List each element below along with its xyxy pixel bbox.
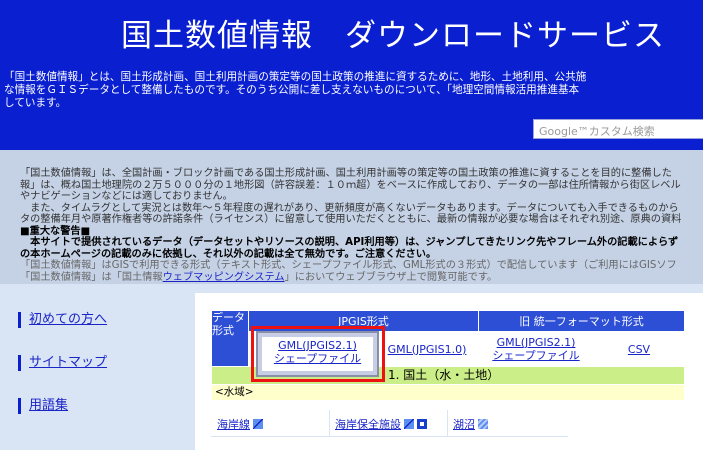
gml10-link[interactable]: GML(JPGIS1.0): [388, 343, 467, 356]
notice-line: 報」は、概ね国土地理院の２万５０００分の１地形図（許容誤差：１０ｍ超）をベースに…: [20, 179, 681, 191]
coastline-link[interactable]: 海岸線: [217, 416, 263, 432]
warning-line: の本ホームページの記載のみに依拠し、それ以外の記載は全て無効です。ご注意ください…: [20, 248, 437, 260]
notice-line: やナビゲーションなどには適しておりません。: [20, 191, 233, 202]
web-mapping-system-link[interactable]: ウェブマッピングシステム: [163, 272, 285, 283]
notice-line: タの整備年月や原著作権者等の許諾条件（ライセンス）に留意して使用いただくとともに…: [20, 214, 682, 225]
notice-text-segment: 」においてウェブブラウザ上で閲覧可能です。: [284, 271, 498, 283]
list-item: 海岸保全施設: [329, 410, 448, 436]
legacy-gml21-link-line1: GML(JPGIS2.1): [496, 336, 576, 349]
table-row: 海岸線 海岸保全施設 湖沼: [211, 410, 568, 436]
notice-text-segment: 「国土数値情報」は「国土情報: [20, 271, 163, 283]
lakes-link[interactable]: 湖沼: [453, 416, 488, 432]
table-row: [211, 436, 568, 451]
notice-panel: 「国土数値情報」は、全国計画・ブロック計画である国土形成計画、国土利用計画等の策…: [0, 150, 703, 284]
lakes-label: 湖沼: [453, 418, 475, 431]
line-icon: [404, 419, 414, 429]
line-icon: [253, 419, 263, 429]
warning-line: 本サイトで提供されているデータ（データセットやリソースの説明、API利用等）は、…: [20, 237, 679, 248]
coastal-facility-label: 海岸保全施設: [335, 418, 401, 431]
site-description-line: 「国土数値情報」とは、国土形成計画、国土利用計画の策定等の国土政策の推進に資する…: [4, 71, 587, 83]
legacy-gml21-cell: GML(JPGIS2.1) シェープファイル: [478, 331, 594, 367]
site-description: 「国土数値情報」とは、国土形成計画、国土利用計画の策定等の国土政策の推進に資する…: [4, 71, 703, 110]
site-description-line: な情報をＧＩＳデータとして整備したものです。そのうち公開に差し支えないものについ…: [4, 84, 580, 96]
page-title: 国土数値情報 ダウンロードサービス: [121, 18, 665, 54]
coastline-label: 海岸線: [217, 418, 250, 431]
data-format-label: データ形式: [211, 310, 249, 367]
sidebar-item-beginners[interactable]: 初めての方へ: [18, 312, 107, 328]
notice-line: 「国土数値情報」はGISで利用できる形式（テキスト形式、シェープファイル形式、G…: [20, 260, 677, 271]
sidebar-item-sitemap[interactable]: サイトマップ: [18, 355, 107, 371]
point-icon: [417, 419, 427, 429]
csv-link[interactable]: CSV: [628, 343, 650, 356]
warning-title: ■重大な警告■: [20, 225, 91, 237]
subcategory-row: <水域>: [211, 384, 685, 401]
coastal-facility-link[interactable]: 海岸保全施設: [335, 416, 427, 432]
legacy-gml21-link-line2: シェープファイル: [492, 349, 580, 362]
legacy-gml21-link[interactable]: GML(JPGIS2.1) シェープファイル: [492, 336, 579, 362]
csv-cell: CSV: [593, 331, 685, 367]
area-icon: [478, 419, 488, 429]
site-description-line: しています。: [4, 97, 67, 109]
data-format-label-text: データ形式: [212, 311, 245, 337]
list-item: 湖沼: [447, 410, 567, 436]
search-input[interactable]: Google™カスタム検索: [533, 119, 703, 139]
header-banner: 国土数値情報 ダウンロードサービス 「国土数値情報」とは、国土形成計画、国土利用…: [0, 0, 703, 150]
notice-line: 「国土数値情報」は、全国計画・ブロック計画である国土形成計画、国土利用計画等の策…: [20, 168, 672, 179]
search-placeholder: Google™カスタム検索: [539, 125, 655, 138]
legacy-format-header: 旧 統一フォーマット形式: [478, 310, 685, 332]
notice-line: 「国土数値情報」は「国土情報ウェブマッピングシステム」においてウェブブラウザ上で…: [20, 272, 703, 284]
gml10-cell: GML(JPGIS1.0): [375, 331, 479, 367]
highlight-box: [251, 326, 385, 382]
notice-line: また、タイムラグとして実況とは数年～５年程度の遅れがあり、更新頻度が高くないデー…: [20, 202, 679, 214]
notice-text: 「国土数値情報」は、全国計画・ブロック計画である国土形成計画、国土利用計画等の策…: [20, 168, 703, 283]
list-item: 海岸線: [211, 410, 330, 436]
sidebar-item-glossary[interactable]: 用語集: [18, 398, 68, 414]
